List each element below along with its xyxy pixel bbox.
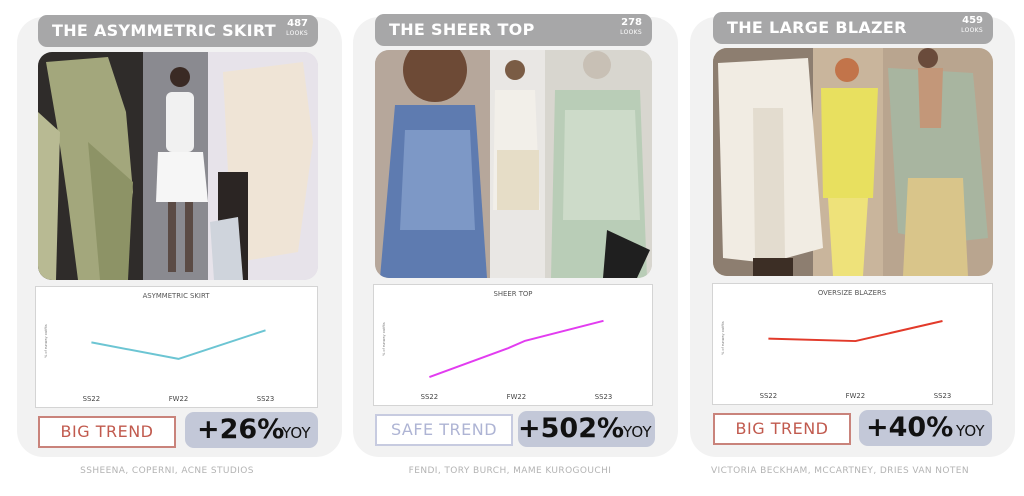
chart-title: SHEER TOP bbox=[494, 290, 533, 298]
x-tick-label: SS23 bbox=[934, 392, 951, 400]
featured-brands: VICTORIA BECKHAM, MCCARTNEY, DRIES VAN N… bbox=[710, 466, 970, 476]
featured-brands: FENDI, TORY BURCH, MAME KUROGOUCHI bbox=[408, 466, 612, 476]
x-tick-label: SS22 bbox=[421, 393, 438, 401]
card-title: THE SHEER TOP bbox=[389, 20, 535, 39]
yoy-growth: +40% YOY bbox=[859, 410, 992, 446]
runway-photo-collage bbox=[375, 50, 652, 278]
yoy-percent: +26% bbox=[197, 414, 285, 445]
yoy-growth: +26% YOY bbox=[185, 412, 318, 448]
trend-level-badge: BIG TREND bbox=[38, 416, 176, 448]
series-line bbox=[91, 329, 266, 360]
x-tick-label: SS23 bbox=[595, 393, 612, 401]
yoy-percent: +502% bbox=[518, 413, 625, 444]
yoy-percent: +40% bbox=[866, 412, 954, 443]
trend-level-badge: SAFE TREND bbox=[375, 414, 513, 446]
x-tick-label: FW22 bbox=[846, 392, 866, 400]
featured-brands: SSHEENA, COPERNI, ACNE STUDIOS bbox=[80, 466, 254, 476]
series-line bbox=[768, 320, 943, 343]
y-axis-label: % of runway outfits bbox=[382, 322, 386, 356]
trend-line-chart: SHEER TOP % of runway outfits SS22 FW22 SS23 bbox=[373, 284, 653, 406]
chart-title: ASYMMETRIC SKIRT bbox=[143, 292, 211, 300]
card-header: THE LARGE BLAZER 459 LOOKS bbox=[713, 12, 993, 44]
yoy-label: YOY bbox=[282, 424, 311, 442]
y-axis-label: % of runway outfits bbox=[44, 324, 48, 358]
x-tick-label: FW22 bbox=[169, 395, 189, 403]
looks-count: 278 LOOKS bbox=[620, 17, 642, 36]
chart-title: OVERSIZE BLAZERS bbox=[818, 289, 886, 297]
yoy-label: YOY bbox=[956, 422, 985, 440]
trend-level-badge: BIG TREND bbox=[713, 413, 851, 445]
x-tick-label: SS22 bbox=[83, 395, 100, 403]
x-tick-label: SS23 bbox=[257, 395, 274, 403]
card-header: THE ASYMMETRIC SKIRT 487 LOOKS bbox=[38, 15, 318, 47]
card-title: THE LARGE BLAZER bbox=[727, 18, 907, 37]
runway-photo-collage bbox=[713, 48, 993, 276]
y-axis-label: % of runway outfits bbox=[721, 321, 725, 355]
yoy-label: YOY bbox=[623, 423, 652, 441]
yoy-growth: +502% YOY bbox=[518, 411, 655, 447]
runway-photo-collage bbox=[38, 52, 318, 280]
trend-line-chart: OVERSIZE BLAZERS % of runway outfits SS22 F… bbox=[712, 283, 993, 405]
trend-line-chart: ASYMMETRIC SKIRT % of runway outfits SS22 F… bbox=[35, 286, 318, 408]
x-tick-label: SS22 bbox=[760, 392, 777, 400]
card-title: THE ASYMMETRIC SKIRT bbox=[52, 21, 276, 40]
series-line bbox=[429, 319, 604, 378]
looks-count: 459 LOOKS bbox=[961, 15, 983, 34]
x-tick-label: FW22 bbox=[507, 393, 527, 401]
looks-count: 487 LOOKS bbox=[286, 18, 308, 37]
card-header: THE SHEER TOP 278 LOOKS bbox=[375, 14, 652, 46]
